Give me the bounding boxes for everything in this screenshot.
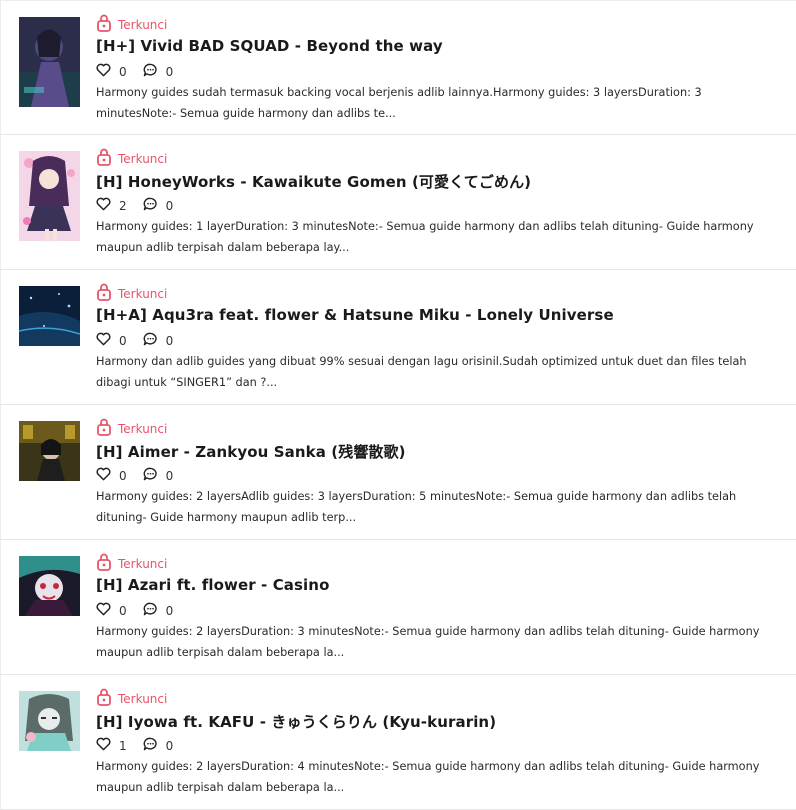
locked-badge: Terkunci	[96, 148, 167, 169]
comment-icon	[143, 467, 158, 484]
locked-badge: Terkunci	[96, 283, 167, 304]
post-excerpt: Harmony guides sudah termasuk backing vo…	[96, 86, 702, 120]
like-count: 0	[119, 64, 127, 79]
post-thumbnail[interactable]	[19, 286, 80, 346]
lock-icon	[96, 688, 112, 709]
post-stats: 0 0	[96, 63, 189, 80]
like-count: 1	[119, 738, 127, 753]
locked-badge: Terkunci	[96, 688, 167, 709]
comment-button[interactable]: 0	[143, 467, 174, 484]
locked-label: Terkunci	[118, 151, 168, 166]
post-card[interactable]: Terkunci [H] Aimer - Zankyou Sanka (残響散歌…	[0, 405, 796, 540]
post-card[interactable]: Terkunci [H] Azari ft. flower - Casino 0…	[0, 540, 796, 675]
post-stats: 0 0	[96, 332, 189, 349]
post-stats: 2 0	[96, 197, 189, 214]
lock-icon	[96, 148, 112, 169]
post-card[interactable]: Terkunci [H+] Vivid BAD SQUAD - Beyond t…	[0, 0, 796, 135]
post-stats: 0 0	[96, 602, 189, 619]
locked-badge: Terkunci	[96, 14, 167, 35]
comment-icon	[143, 737, 158, 754]
post-card[interactable]: Terkunci [H] HoneyWorks - Kawaikute Gome…	[0, 135, 796, 270]
like-count: 2	[119, 198, 127, 213]
comment-button[interactable]: 0	[143, 332, 174, 349]
heart-icon	[96, 737, 111, 754]
like-count: 0	[119, 333, 127, 348]
heart-icon	[96, 63, 111, 80]
post-title[interactable]: [H+] Vivid BAD SQUAD - Beyond the way	[96, 37, 443, 55]
post-thumbnail[interactable]	[19, 151, 80, 241]
locked-label: Terkunci	[118, 286, 168, 301]
comment-button[interactable]: 0	[143, 737, 174, 754]
comment-icon	[143, 332, 158, 349]
like-button[interactable]: 2	[96, 197, 127, 214]
comment-button[interactable]: 0	[143, 197, 174, 214]
post-excerpt: Harmony guides: 1 layerDuration: 3 minut…	[96, 220, 754, 254]
like-count: 0	[119, 468, 127, 483]
heart-icon	[96, 332, 111, 349]
lock-icon	[96, 418, 112, 439]
post-excerpt: Harmony guides: 2 layersDuration: 3 minu…	[96, 625, 760, 659]
post-thumbnail[interactable]	[19, 17, 80, 107]
heart-icon	[96, 467, 111, 484]
post-card[interactable]: Terkunci [H+A] Aqu3ra feat. flower & Hat…	[0, 270, 796, 405]
post-title[interactable]: [H] Azari ft. flower - Casino	[96, 576, 329, 594]
post-excerpt: Harmony dan adlib guides yang dibuat 99%…	[96, 355, 747, 389]
post-title[interactable]: [H] Iyowa ft. KAFU - きゅうくらりん (Kyu-kurari…	[96, 711, 496, 732]
locked-badge: Terkunci	[96, 418, 167, 439]
post-thumbnail[interactable]	[19, 556, 80, 616]
post-title[interactable]: [H+A] Aqu3ra feat. flower & Hatsune Miku…	[96, 306, 614, 324]
like-button[interactable]: 0	[96, 467, 127, 484]
post-title[interactable]: [H] HoneyWorks - Kawaikute Gomen (可愛くてごめ…	[96, 171, 531, 192]
post-feed: Terkunci [H+] Vivid BAD SQUAD - Beyond t…	[0, 0, 796, 810]
post-card[interactable]: Terkunci [H] Iyowa ft. KAFU - きゅうくらりん (K…	[0, 675, 796, 810]
lock-icon	[96, 553, 112, 574]
comment-icon	[143, 63, 158, 80]
lock-icon	[96, 14, 112, 35]
locked-label: Terkunci	[118, 556, 168, 571]
comment-count: 0	[165, 468, 174, 483]
post-thumbnail[interactable]	[19, 691, 80, 751]
comment-icon	[143, 197, 158, 214]
post-stats: 1 0	[96, 737, 189, 754]
locked-label: Terkunci	[118, 421, 168, 436]
locked-label: Terkunci	[118, 691, 168, 706]
like-button[interactable]: 1	[96, 737, 127, 754]
post-stats: 0 0	[96, 467, 189, 484]
lock-icon	[96, 283, 112, 304]
locked-badge: Terkunci	[96, 553, 167, 574]
like-count: 0	[119, 603, 127, 618]
comment-count: 0	[165, 198, 174, 213]
post-title[interactable]: [H] Aimer - Zankyou Sanka (残響散歌)	[96, 441, 406, 462]
comment-count: 0	[165, 64, 174, 79]
comment-count: 0	[165, 738, 174, 753]
post-excerpt: Harmony guides: 2 layersAdlib guides: 3 …	[96, 490, 737, 524]
like-button[interactable]: 0	[96, 602, 127, 619]
like-button[interactable]: 0	[96, 332, 127, 349]
comment-count: 0	[165, 603, 174, 618]
locked-label: Terkunci	[118, 17, 168, 32]
post-thumbnail[interactable]	[19, 421, 80, 481]
comment-count: 0	[165, 333, 174, 348]
comment-button[interactable]: 0	[143, 602, 174, 619]
post-excerpt: Harmony guides: 2 layersDuration: 4 minu…	[96, 760, 760, 794]
heart-icon	[96, 602, 111, 619]
like-button[interactable]: 0	[96, 63, 127, 80]
comment-icon	[143, 602, 158, 619]
heart-icon	[96, 197, 111, 214]
comment-button[interactable]: 0	[143, 63, 174, 80]
